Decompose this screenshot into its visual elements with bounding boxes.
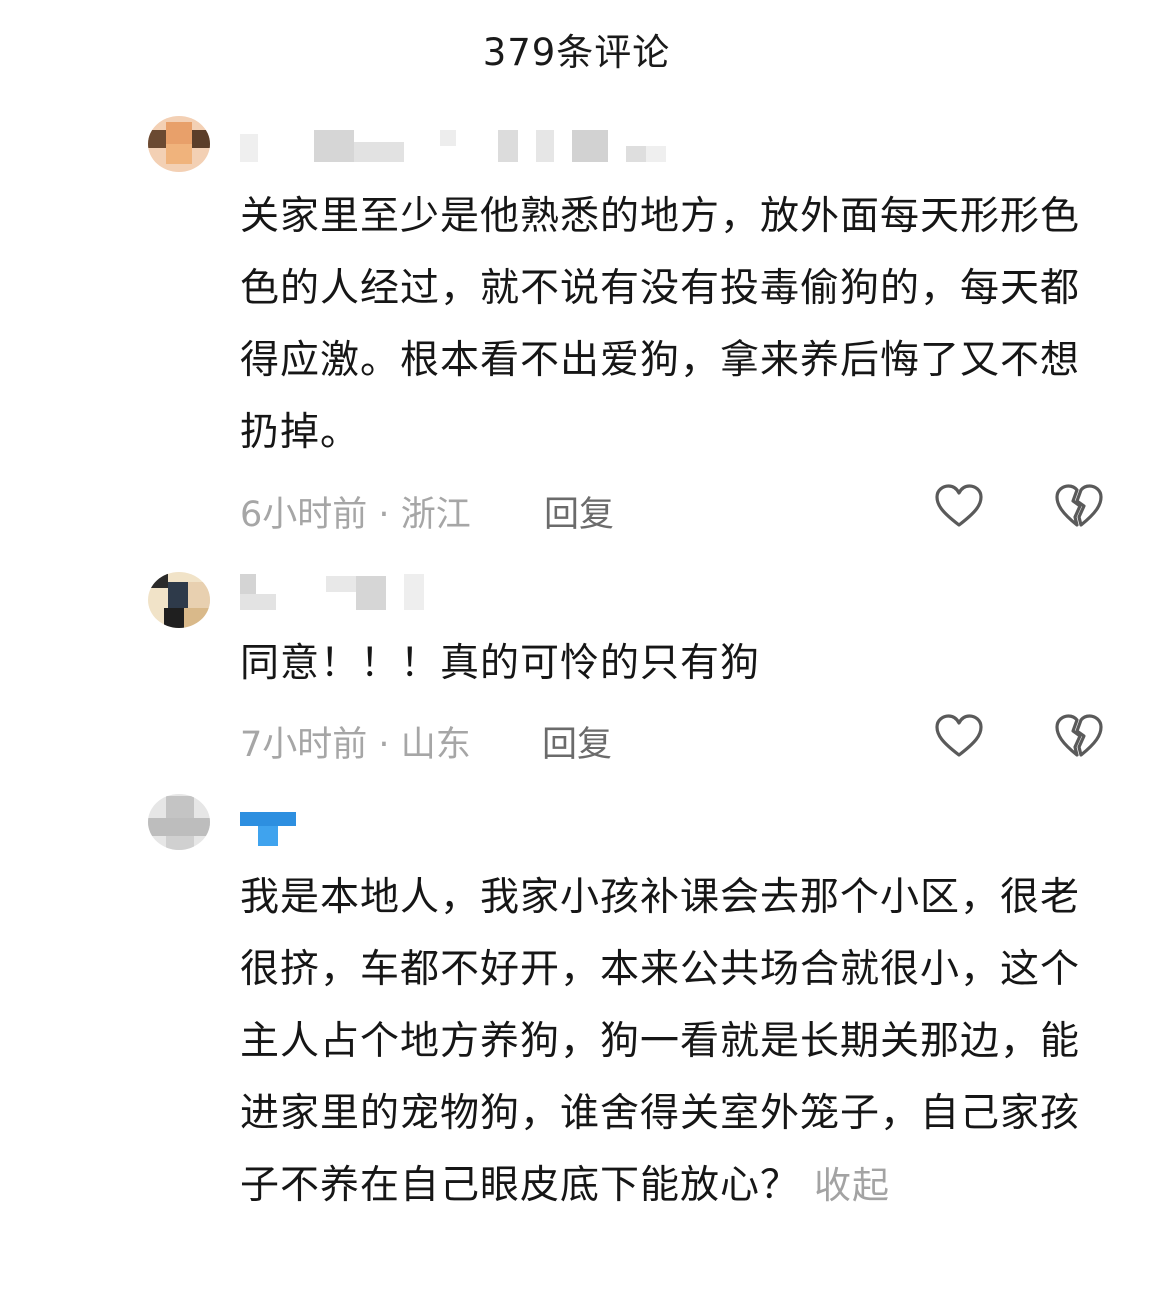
comment-text: 同意！！！真的可怜的只有狗: [240, 641, 761, 686]
reply-button[interactable]: 回复: [542, 716, 612, 767]
comment-time: 7小时前: [240, 725, 368, 765]
broken-heart-icon[interactable]: [1054, 712, 1104, 762]
avatar[interactable]: [148, 116, 210, 172]
meta-separator: ·: [378, 495, 401, 535]
comment-location: 浙江: [400, 495, 471, 535]
heart-outline-icon[interactable]: [934, 712, 984, 762]
heart-outline-icon[interactable]: [934, 482, 984, 532]
comment-text: 关家里至少是他熟悉的地方，放外面每天形形色色的人经过，就不说有没有投毒偷狗的，每…: [240, 194, 1081, 455]
avatar[interactable]: [148, 572, 210, 628]
reply-button[interactable]: 回复: [544, 486, 614, 537]
avatar[interactable]: [148, 794, 210, 850]
comment-text-content: 我是本地人，我家小孩补课会去那个小区，很老很挤，车都不好开，本来公共场合就很小，…: [240, 875, 1081, 1208]
meta-separator: ·: [378, 725, 401, 765]
broken-heart-icon[interactable]: [1054, 482, 1104, 532]
comment-time: 6小时前: [240, 495, 368, 535]
collapse-button[interactable]: 收起: [814, 1164, 890, 1207]
comment-location: 山东: [400, 725, 471, 765]
comment-meta: 6小时前 · 浙江: [240, 486, 471, 537]
comments-count-title: 379条评论: [482, 31, 671, 74]
comment-text: 我是本地人，我家小孩补课会去那个小区，很老很挤，车都不好开，本来公共场合就很小，…: [240, 862, 1100, 1222]
comment-meta: 7小时前 · 山东: [240, 716, 471, 767]
